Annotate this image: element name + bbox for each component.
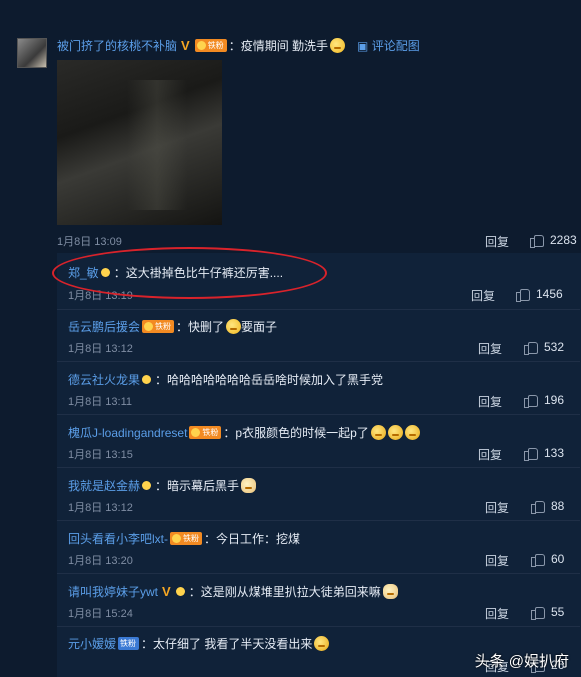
reply-button[interactable]: 回复 <box>485 605 509 622</box>
username-link[interactable]: 岳云鹏后援会 <box>68 318 140 335</box>
reply-item: 岳云鹏后援会 铁粉 ：快删了 要面子 <box>68 318 277 335</box>
fan-badge: 铁粉 <box>170 532 202 545</box>
reply-date: 1月8日 13:15 <box>68 449 133 461</box>
thumbs-up-icon <box>516 288 530 302</box>
doge-emoji-icon <box>382 584 398 599</box>
avatar[interactable] <box>17 38 47 68</box>
comment-thread: 被门挤了的核桃不补脑 V 铁粉 ：疫情期间 勤洗手 ▣ 评论配图 1月8日 13… <box>0 0 581 677</box>
laughing-emoji-icon <box>404 425 420 440</box>
thumbs-up-icon <box>524 447 538 461</box>
like-button[interactable]: 196 <box>524 393 564 408</box>
thumbs-up-icon <box>531 553 545 567</box>
username-link[interactable]: 元小嫒嫒 <box>68 635 116 652</box>
reply-button[interactable]: 回复 <box>485 552 509 569</box>
watermark: 头条 @娱扒府 <box>474 653 569 670</box>
username-link[interactable]: 回头看看小李吧lxt- <box>68 530 168 547</box>
like-button[interactable]: 532 <box>524 340 564 355</box>
laughing-emoji-icon <box>370 425 386 440</box>
thumbs-up-icon <box>531 606 545 620</box>
like-button[interactable]: 2283 <box>530 233 577 248</box>
fan-badge-icon <box>142 375 152 384</box>
reply-date: 1月8日 13:12 <box>68 502 133 514</box>
fan-badge-icon <box>196 41 206 50</box>
comment-header: 被门挤了的核桃不补脑 V 铁粉 ：疫情期间 勤洗手 ▣ 评论配图 <box>57 37 420 54</box>
emoji-icon <box>330 38 346 53</box>
username-link[interactable]: 德云社火龙果 <box>68 371 140 388</box>
divider <box>57 361 580 362</box>
reply-date: 1月8日 15:24 <box>68 608 133 620</box>
divider <box>57 414 580 415</box>
fan-badge: 铁粉 <box>194 39 227 52</box>
reply-button[interactable]: 回复 <box>485 233 509 250</box>
reply-item: 我就是赵金赫 ：暗示幕后黑手 <box>68 477 257 494</box>
divider <box>57 467 580 468</box>
like-button[interactable]: 133 <box>524 446 564 461</box>
fan-badge-icon <box>175 587 185 596</box>
fan-badge-icon <box>191 428 201 437</box>
reply-date: 1月8日 13:11 <box>68 396 133 408</box>
laughing-emoji-icon <box>387 425 403 440</box>
like-button[interactable]: 88 <box>531 499 564 514</box>
fan-badge: 铁粉 <box>189 426 222 439</box>
thumbs-up-icon <box>531 500 545 514</box>
reply-text-tail: 要面子 <box>241 320 278 334</box>
username-link[interactable]: 我就是赵金赫 <box>68 477 140 494</box>
verified-badge: V <box>181 38 190 53</box>
thumbs-up-icon <box>524 394 538 408</box>
reply-button[interactable]: 回复 <box>471 287 495 304</box>
reply-item: 请叫我婷妹子ywt V ：这是刚从煤堆里扒拉大徒弟回来嘛 <box>68 583 398 600</box>
fan-badge-icon <box>142 481 152 490</box>
divider <box>57 520 580 521</box>
comment-date: 1月8日 13:09 <box>57 236 122 248</box>
reply-text: ：这是刚从煤堆里扒拉大徒弟回来嘛 <box>188 585 381 599</box>
doge-emoji-icon <box>241 478 257 493</box>
like-button[interactable]: 55 <box>531 605 564 620</box>
reply-text: ：暗示幕后黑手 <box>155 479 240 493</box>
reply-item: 德云社火龙果 ：哈哈哈哈哈哈哈岳岳啥时候加入了黑手党 <box>68 371 383 388</box>
username-link[interactable]: 被门挤了的核桃不补脑 <box>57 37 177 54</box>
fan-badge: 铁粉 <box>118 637 140 650</box>
reply-item: 槐瓜J-loadingandreset 铁粉 ：p衣服颜色的时候一起p了 <box>68 424 420 441</box>
comment-image-link[interactable]: ▣ 评论配图 <box>357 37 420 54</box>
reply-button[interactable]: 回复 <box>478 393 502 410</box>
reply-text: ：太仔细了 我看了半天没看出来 <box>141 637 313 651</box>
reply-date: 1月8日 13:12 <box>68 343 133 355</box>
laughing-emoji-icon <box>314 636 330 651</box>
reply-text: ：p衣服颜色的时候一起p了 <box>223 426 369 440</box>
divider <box>57 309 580 310</box>
reply-button[interactable]: 回复 <box>478 340 502 357</box>
divider <box>57 573 580 574</box>
reply-item: 回头看看小李吧lxt- 铁粉 ：今日工作：挖煤 <box>68 530 300 547</box>
reply-button[interactable]: 回复 <box>478 446 502 463</box>
fan-badge <box>175 585 187 598</box>
reply-item: 元小嫒嫒 铁粉 ：太仔细了 我看了半天没看出来 <box>68 635 330 652</box>
thumbs-up-icon <box>530 234 544 248</box>
comment-text: ：疫情期间 勤洗手 <box>228 39 329 53</box>
fan-badge: 铁粉 <box>142 320 175 333</box>
reply-text: ：今日工作：挖煤 <box>204 532 301 546</box>
username-link[interactable]: 请叫我婷妹子ywt <box>68 583 158 600</box>
reply-date: 1月8日 13:20 <box>68 555 133 567</box>
reply-text: ：哈哈哈哈哈哈哈岳岳啥时候加入了黑手党 <box>155 373 384 387</box>
fan-badge <box>142 479 153 492</box>
like-button[interactable]: 60 <box>531 552 564 567</box>
fan-badge <box>142 373 153 386</box>
reply-text: ：快删了 <box>176 320 225 334</box>
fan-badge-icon <box>172 534 181 543</box>
highlight-circle <box>52 247 327 299</box>
divider <box>57 626 580 627</box>
reply-button[interactable]: 回复 <box>485 499 509 516</box>
verified-badge: V <box>162 584 171 599</box>
thumbs-up-icon <box>524 341 538 355</box>
emoji-icon <box>226 319 242 334</box>
like-button[interactable]: 1456 <box>516 287 563 302</box>
comment-image[interactable] <box>57 60 222 225</box>
username-link[interactable]: 槐瓜J-loadingandreset <box>68 424 187 441</box>
fan-badge-icon <box>144 322 154 331</box>
